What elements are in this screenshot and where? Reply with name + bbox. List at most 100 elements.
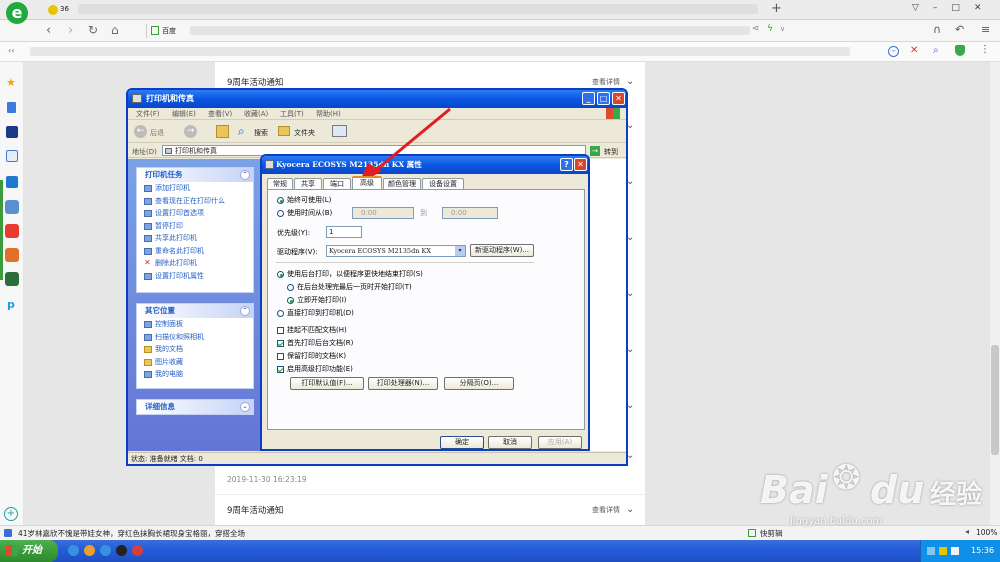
- article-title[interactable]: 9周年活动通知: [227, 504, 283, 516]
- tab-sharing[interactable]: 共享: [294, 178, 322, 189]
- expand-chevron-icon[interactable]: ⌄: [626, 504, 634, 515]
- tab-general[interactable]: 常规: [267, 178, 293, 189]
- new-driver-button[interactable]: 新驱动程序(W)...: [470, 244, 534, 257]
- spool-radio[interactable]: [277, 271, 284, 278]
- cut-icon[interactable]: ✕: [910, 45, 918, 56]
- task-delete[interactable]: ✕ 删除此打印机: [137, 257, 253, 270]
- app-icon-4[interactable]: [5, 200, 19, 214]
- maximize-icon[interactable]: □: [597, 92, 610, 105]
- available-from-label[interactable]: 使用时间从(B): [287, 208, 332, 218]
- more-link[interactable]: 查看详情: [592, 77, 620, 87]
- browser-tab[interactable]: 36: [46, 2, 72, 18]
- app-icon-5[interactable]: [5, 224, 19, 238]
- shield-icon[interactable]: [955, 45, 965, 56]
- close-icon[interactable]: ✕: [574, 158, 587, 171]
- expand-icon[interactable]: ⌄: [240, 402, 250, 412]
- news-ticker[interactable]: 41岁林嘉欣不愧是带娃女神，穿红色抹胸长裙现身宝格丽，穿搭全场: [18, 528, 245, 539]
- start-button[interactable]: 开始: [0, 540, 58, 562]
- menu-favorites[interactable]: 收藏(A): [244, 109, 268, 119]
- skin-icon[interactable]: ▽: [912, 3, 933, 13]
- search-icon[interactable]: ⌕: [238, 124, 245, 139]
- expand-chevron-icon[interactable]: ⌄: [626, 76, 634, 87]
- advanced-features-checkbox[interactable]: [277, 366, 284, 373]
- task-preferences[interactable]: 设置打印首选项: [137, 207, 253, 220]
- lightning-icon[interactable]: ϟ: [767, 24, 773, 34]
- minimize-icon[interactable]: _: [582, 92, 595, 105]
- folders-icon[interactable]: [278, 126, 290, 136]
- sidebar-add-icon[interactable]: +: [4, 507, 18, 521]
- cancel-button[interactable]: 取消: [488, 436, 532, 449]
- app-icon-1[interactable]: [6, 126, 18, 138]
- place-my-pictures[interactable]: 图片收藏: [137, 356, 253, 369]
- back-icon[interactable]: ←: [134, 125, 147, 138]
- go-button[interactable]: 转到: [604, 147, 618, 157]
- spool-label[interactable]: 使用后台打印，以便程序更快地结束打印(S): [287, 269, 423, 279]
- ie-icon-2[interactable]: [100, 545, 111, 556]
- keep-printed-checkbox[interactable]: [277, 353, 284, 360]
- browser-logo-icon[interactable]: e: [6, 2, 28, 24]
- tab-advanced[interactable]: 高级: [352, 176, 382, 189]
- share-icon[interactable]: ⋖: [752, 24, 760, 34]
- undo-icon[interactable]: ↶: [955, 23, 964, 36]
- refresh-icon[interactable]: ↻: [88, 23, 98, 37]
- menu-file[interactable]: 文件(F): [136, 109, 160, 119]
- place-my-computer[interactable]: 我的电脑: [137, 368, 253, 381]
- other-places-header[interactable]: 其它位置 ⌃: [137, 304, 253, 318]
- app-icon-7[interactable]: [5, 272, 19, 286]
- home-icon[interactable]: ⌂: [111, 23, 119, 37]
- collapse-icon[interactable]: ⌃: [240, 170, 250, 180]
- search-label[interactable]: 搜索: [254, 128, 268, 138]
- always-available-label[interactable]: 始终可使用(L): [287, 195, 331, 205]
- favorite-item-baidu[interactable]: 百度: [146, 24, 186, 38]
- task-properties[interactable]: 设置打印机属性: [137, 270, 253, 283]
- tray-icon[interactable]: [927, 547, 935, 555]
- print-spooled-first-checkbox[interactable]: [277, 340, 284, 347]
- app-icon-8[interactable]: p: [7, 298, 15, 311]
- tray-icon[interactable]: [939, 547, 947, 555]
- ie-icon[interactable]: [68, 545, 79, 556]
- qq-icon[interactable]: [116, 545, 127, 556]
- search-icon[interactable]: ⌕: [933, 45, 939, 56]
- media-icon[interactable]: [132, 545, 143, 556]
- task-rename[interactable]: 重命名此打印机: [137, 245, 253, 258]
- always-available-radio[interactable]: [277, 197, 284, 204]
- clock[interactable]: 15:36: [971, 546, 994, 555]
- spool-immediate-radio[interactable]: [287, 297, 294, 304]
- direct-print-label[interactable]: 直接打印到打印机(D): [287, 308, 354, 318]
- note-icon[interactable]: [7, 102, 16, 113]
- close-icon[interactable]: ✕: [612, 92, 625, 105]
- apply-button[interactable]: 应用(A): [538, 436, 582, 449]
- keep-printed-label[interactable]: 保留打印的文档(K): [287, 351, 346, 361]
- advanced-features-label[interactable]: 启用高级打印功能(E): [287, 364, 353, 374]
- folders-label[interactable]: 文件夹: [294, 128, 315, 138]
- up-folder-icon[interactable]: [216, 125, 229, 138]
- printing-defaults-button[interactable]: 打印默认值(F)...: [290, 377, 364, 390]
- minus-icon[interactable]: –: [888, 46, 899, 57]
- collapse-sidebar-icon[interactable]: ‹‹: [8, 46, 14, 55]
- spool-after-radio[interactable]: [287, 284, 294, 291]
- collapse-icon[interactable]: ⌃: [240, 306, 250, 316]
- ok-button[interactable]: 确定: [440, 436, 484, 449]
- place-my-documents[interactable]: 我的文档: [137, 343, 253, 356]
- spool-after-label[interactable]: 在后台处理完最后一页时开始打印(T): [297, 282, 412, 292]
- scrollbar-thumb[interactable]: [991, 345, 999, 455]
- headset-icon[interactable]: ∩: [933, 23, 941, 36]
- restore-icon[interactable]: □: [951, 3, 974, 13]
- driver-select[interactable]: Kyocera ECOSYS M2135dn KX ▾: [326, 245, 466, 257]
- forward-icon[interactable]: →: [184, 125, 197, 138]
- menu-icon[interactable]: ≡: [981, 23, 990, 36]
- back-icon[interactable]: ‹: [46, 23, 51, 38]
- new-tab-icon[interactable]: +: [771, 1, 782, 16]
- available-from-radio[interactable]: [277, 210, 284, 217]
- page-scrollbar[interactable]: [990, 62, 1000, 540]
- task-pause[interactable]: 暂停打印: [137, 220, 253, 233]
- minimize-icon[interactable]: –: [933, 3, 952, 13]
- time-from-field[interactable]: 0:00: [352, 207, 414, 219]
- close-window-icon[interactable]: ✕: [974, 3, 996, 13]
- details-header[interactable]: 详细信息 ⌄: [137, 400, 253, 414]
- task-see-printing[interactable]: 查看现在正在打印什么: [137, 195, 253, 208]
- menu-tools[interactable]: 工具(T): [280, 109, 304, 119]
- separator-page-button[interactable]: 分隔页(O)...: [444, 377, 514, 390]
- help-icon[interactable]: ?: [560, 158, 573, 171]
- hold-mismatched-checkbox[interactable]: [277, 327, 284, 334]
